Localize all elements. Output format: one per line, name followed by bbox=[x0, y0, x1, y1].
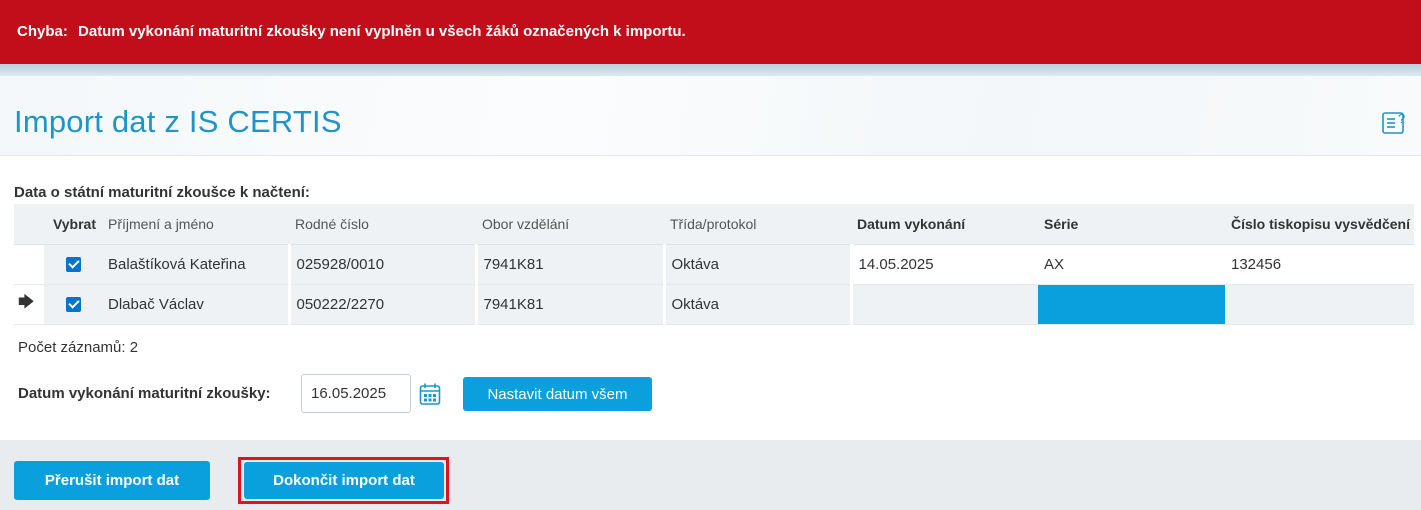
col-select[interactable]: Vybrat bbox=[14, 204, 102, 245]
cell-field: 7941K81 bbox=[476, 284, 666, 325]
cell-class: Oktáva bbox=[664, 244, 853, 285]
table-header-row: Vybrat Příjmení a jméno Rodné číslo Obor… bbox=[14, 204, 1414, 245]
col-cert-number[interactable]: Číslo tiskopisu vysvědčení bbox=[1225, 204, 1414, 245]
col-birth-number[interactable]: Rodné číslo bbox=[289, 204, 476, 245]
select-checkbox[interactable] bbox=[65, 297, 81, 313]
error-message: Datum vykonání maturitní zkoušky není vy… bbox=[78, 23, 686, 40]
calendar-icon[interactable] bbox=[419, 382, 441, 406]
col-field[interactable]: Obor vzdělání bbox=[476, 204, 664, 245]
cell-series[interactable]: AX bbox=[1038, 244, 1225, 285]
row-indicator bbox=[14, 244, 44, 285]
col-class[interactable]: Třída/protokol bbox=[664, 204, 851, 245]
cell-series-active[interactable] bbox=[1038, 284, 1225, 325]
table-row[interactable]: Balaštíková Kateřina 025928/0010 7941K81… bbox=[14, 244, 1414, 285]
cell-cert-number[interactable]: 132456 bbox=[1225, 244, 1414, 285]
row-select-cell[interactable] bbox=[44, 244, 102, 285]
col-name[interactable]: Příjmení a jméno bbox=[102, 204, 289, 245]
date-field-label: Datum vykonání maturitní zkoušky: bbox=[18, 385, 271, 402]
page-title: Import dat z IS CERTIS bbox=[14, 104, 342, 139]
error-banner: Chyba: Datum vykonání maturitní zkoušky … bbox=[0, 0, 1421, 64]
row-indicator: 🡆 bbox=[14, 284, 44, 325]
table-row[interactable]: 🡆 Dlabač Václav 050222/2270 7941K81 Oktá… bbox=[14, 284, 1414, 325]
exam-date-input[interactable] bbox=[301, 374, 411, 413]
error-label: Chyba: bbox=[17, 23, 68, 40]
record-count: Počet záznamů: 2 bbox=[18, 339, 139, 356]
row-select-cell[interactable] bbox=[44, 284, 102, 325]
header-strip bbox=[0, 64, 1421, 76]
cell-cert-number[interactable] bbox=[1225, 284, 1414, 325]
cell-date[interactable] bbox=[851, 284, 1038, 325]
page-header: Import dat z IS CERTIS ? bbox=[0, 76, 1421, 156]
svg-text:?: ? bbox=[1398, 111, 1405, 126]
help-list-icon[interactable]: ? bbox=[1382, 109, 1408, 135]
footer-bar bbox=[0, 440, 1421, 510]
section-label: Data o státní maturitní zkoušce k načten… bbox=[14, 184, 310, 201]
current-row-arrow-icon: 🡆 bbox=[18, 293, 35, 311]
col-series[interactable]: Série bbox=[1038, 204, 1225, 245]
import-table: Vybrat Příjmení a jméno Rodné číslo Obor… bbox=[14, 204, 1414, 325]
cell-birth-number: 025928/0010 bbox=[289, 244, 478, 285]
cancel-import-button[interactable]: Přerušit import dat bbox=[14, 461, 210, 500]
cell-name: Balaštíková Kateřina bbox=[102, 244, 291, 285]
cell-birth-number: 050222/2270 bbox=[289, 284, 478, 325]
finish-import-button[interactable]: Dokončit import dat bbox=[244, 462, 444, 499]
select-checkbox[interactable] bbox=[65, 257, 81, 273]
cell-class: Oktáva bbox=[664, 284, 853, 325]
set-date-all-button[interactable]: Nastavit datum všem bbox=[463, 377, 652, 411]
cell-name: Dlabač Václav bbox=[102, 284, 291, 325]
col-date[interactable]: Datum vykonání bbox=[851, 204, 1038, 245]
cell-date[interactable]: 14.05.2025 bbox=[851, 244, 1038, 285]
cell-field: 7941K81 bbox=[476, 244, 666, 285]
